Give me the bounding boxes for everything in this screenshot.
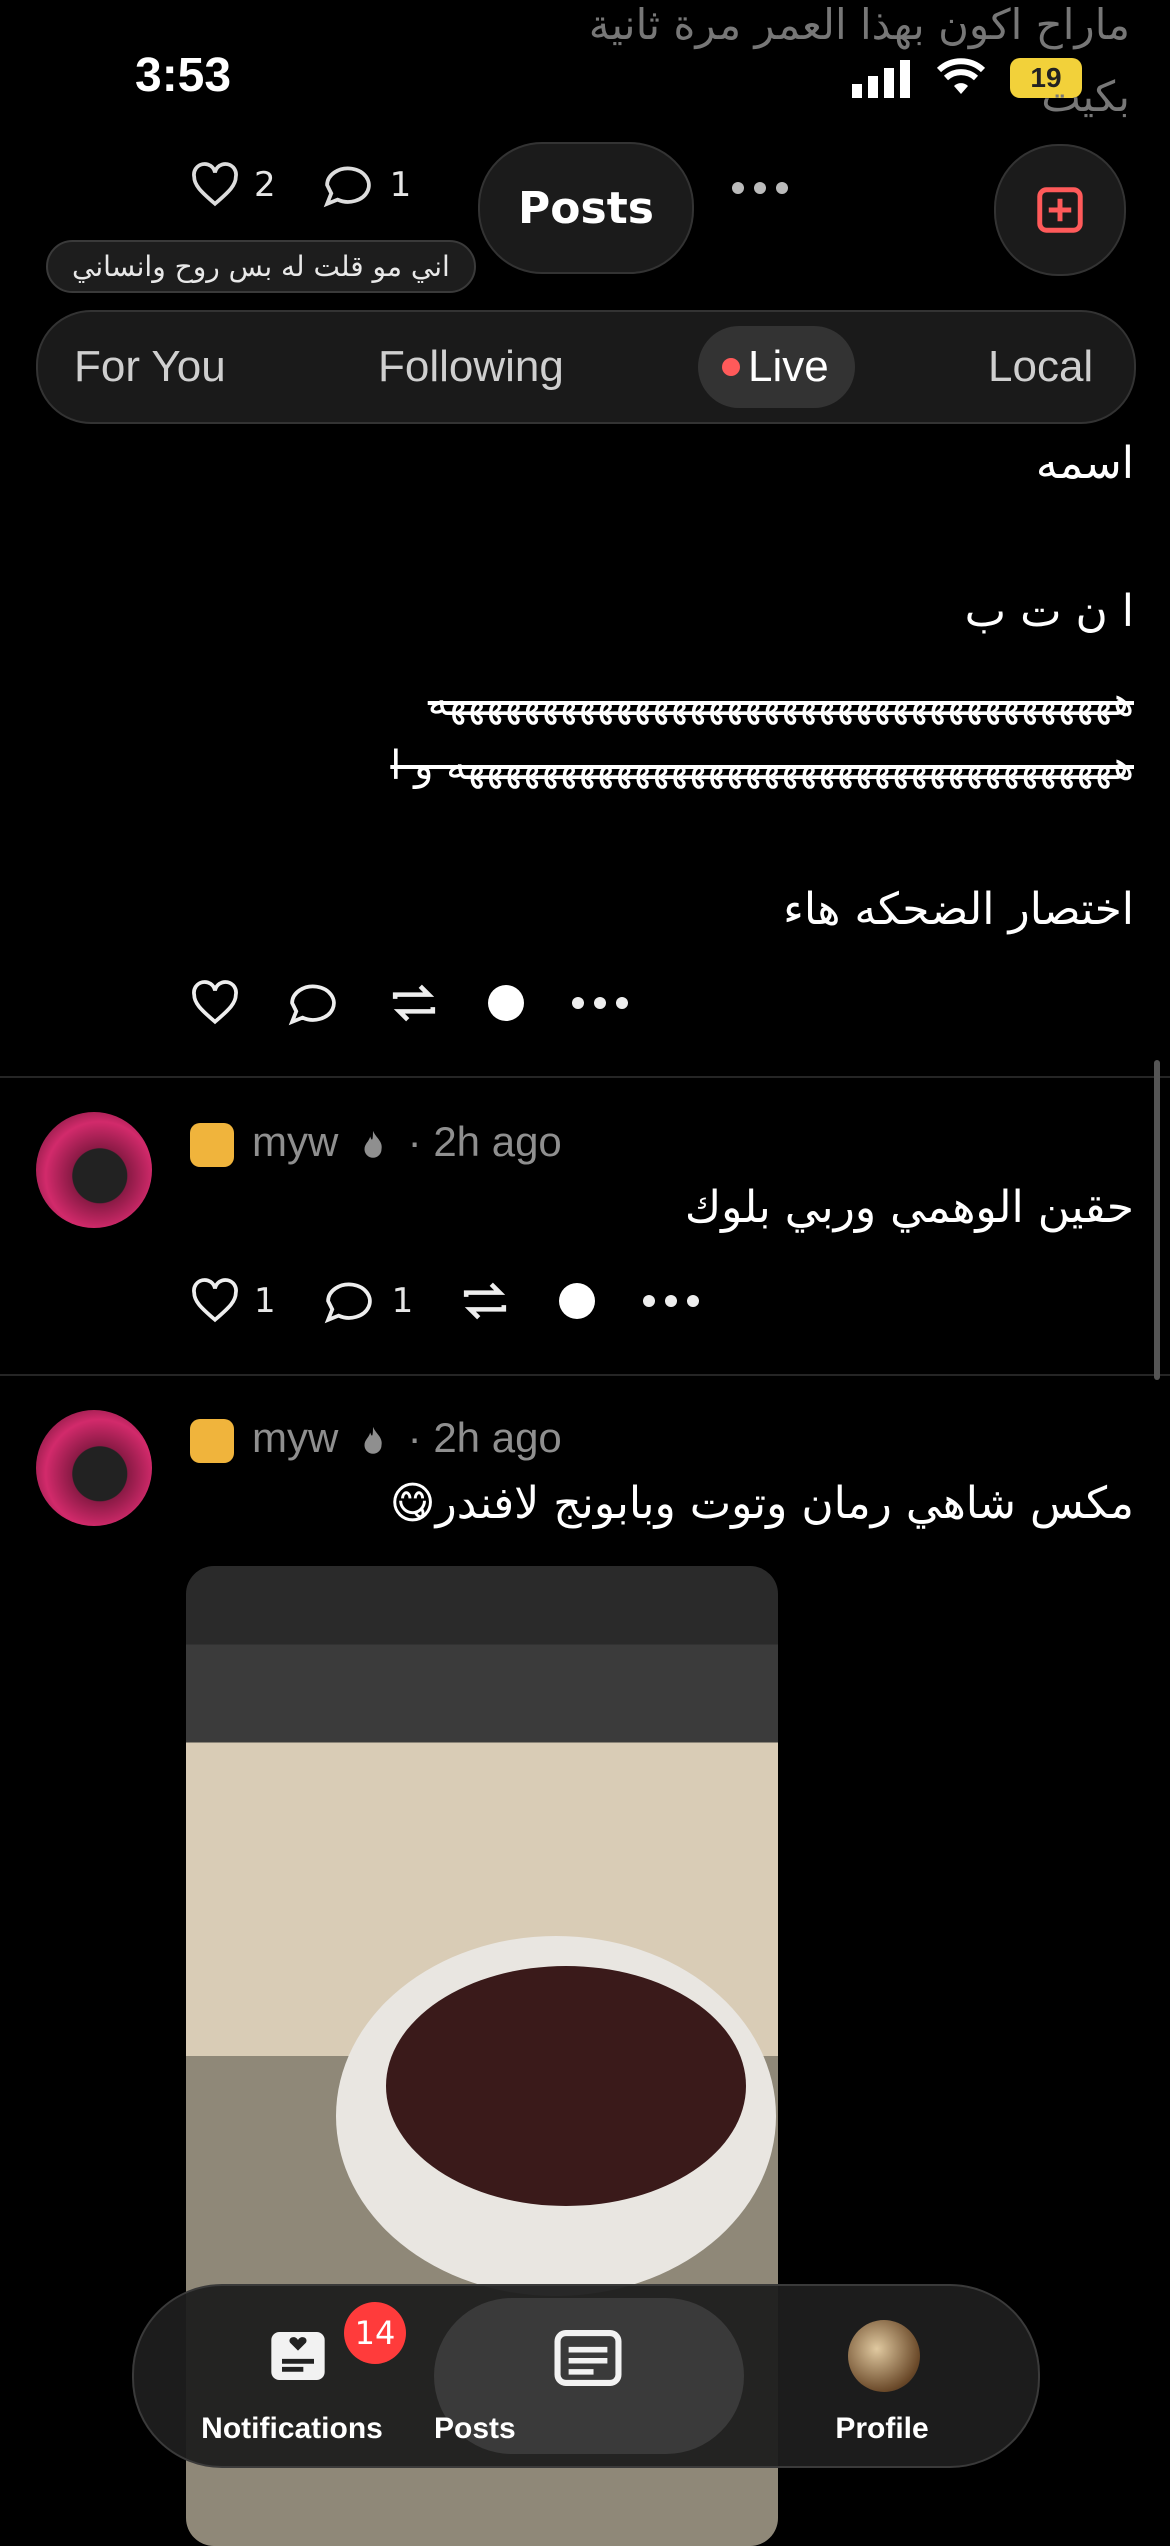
username[interactable]: myw — [252, 1414, 338, 1461]
nav-label: Profile — [835, 2412, 929, 2445]
post-text: ههههههههههههههههههههههههههههههههههههه و … — [390, 743, 1134, 789]
prev-post-actions: 2 1 — [190, 162, 455, 208]
dot-icon — [559, 1283, 596, 1319]
comment-count: 1 — [391, 1281, 414, 1321]
tab-live-label: Live — [748, 342, 829, 391]
page-title[interactable]: Posts — [478, 142, 694, 274]
timestamp: · 2h ago — [407, 1118, 562, 1165]
prev-post-text: ماراح اكون بهذا العمر مرة ثانية — [588, 0, 1130, 49]
nav-label: Notifications — [201, 2412, 383, 2445]
prev-post-text-2: بكيت — [1041, 72, 1130, 121]
tab-local[interactable]: Local — [988, 312, 1093, 422]
username[interactable]: myw — [252, 1118, 338, 1165]
notifications-badge: 14 — [344, 2302, 406, 2364]
flame-icon — [364, 1426, 382, 1454]
repost-icon — [392, 984, 436, 1022]
honey-pot-icon — [190, 1122, 234, 1167]
notifications-icon — [271, 2332, 325, 2380]
repost-button[interactable] — [457, 1278, 513, 1324]
tab-following[interactable]: Following — [378, 312, 564, 422]
nav-notifications[interactable]: 14 Notifications — [152, 2286, 432, 2466]
plus-square-icon — [1037, 187, 1083, 233]
feed-tabs: For You Following Live Local — [36, 310, 1136, 424]
wifi-icon — [936, 58, 986, 102]
nav-posts[interactable]: Posts — [434, 2298, 744, 2454]
like-count: 2 — [254, 165, 276, 205]
avatar[interactable] — [36, 1410, 152, 1526]
cellular-signal-icon — [852, 60, 912, 104]
repost-button[interactable] — [386, 980, 442, 1026]
scrollbar[interactable] — [1154, 1060, 1160, 1380]
post-meta: myw · 2h ago — [190, 1118, 562, 1167]
post-actions: 1 1 — [190, 1278, 745, 1324]
post-meta: myw · 2h ago — [190, 1414, 562, 1463]
comment-icon — [324, 1282, 372, 1324]
posts-icon — [554, 2330, 622, 2386]
more-button[interactable] — [570, 993, 630, 1013]
comment-count: 1 — [389, 165, 412, 205]
more-options-icon[interactable] — [730, 178, 790, 202]
dot-icon — [488, 985, 524, 1021]
post-text: ا ن ت ب — [964, 586, 1134, 637]
reaction-button[interactable] — [486, 983, 526, 1023]
flame-icon — [364, 1130, 382, 1158]
tab-live[interactable]: Live — [698, 326, 855, 408]
like-button[interactable]: 2 — [190, 162, 276, 208]
heart-icon — [192, 162, 238, 207]
divider — [0, 1374, 1170, 1376]
tooltip: اني مو قلت له بس روح وانساني — [46, 240, 476, 293]
divider — [0, 1076, 1170, 1078]
heart-icon — [192, 1278, 238, 1323]
honey-pot-icon — [190, 1418, 234, 1463]
comment-button[interactable]: 1 — [320, 1278, 414, 1324]
status-time: 3:53 — [135, 49, 232, 102]
repost-icon — [464, 1282, 507, 1320]
post-actions — [190, 980, 674, 1026]
post-text: اسمه — [1035, 438, 1134, 489]
post-text: حقين الوهمي وربي بلوك — [684, 1182, 1134, 1233]
comment-icon — [323, 166, 371, 208]
nav-label: Posts — [434, 2412, 516, 2445]
comment-button[interactable]: 1 — [320, 162, 412, 208]
comment-button[interactable] — [284, 980, 342, 1026]
post-text: هههههههههههههههههههههههههههههههههههههه — [427, 679, 1134, 725]
bottom-nav: 14 Notifications Posts Profile — [132, 2284, 1040, 2468]
nav-profile[interactable]: Profile — [742, 2286, 1022, 2466]
comment-icon — [288, 984, 336, 1026]
post-text: مكس شاهي رمان وتوت وبابونج لافندر😋 — [389, 1478, 1134, 1529]
more-button[interactable] — [641, 1291, 701, 1311]
timestamp: · 2h ago — [407, 1414, 562, 1461]
reaction-button[interactable] — [557, 1281, 597, 1321]
heart-icon — [192, 980, 238, 1025]
avatar[interactable] — [36, 1112, 152, 1228]
post-text: اختصار الضحكه هاء — [783, 884, 1134, 935]
tab-for-you[interactable]: For You — [74, 312, 226, 422]
like-count: 1 — [254, 1281, 276, 1321]
new-post-button[interactable] — [994, 144, 1126, 276]
like-button[interactable]: 1 — [190, 1278, 276, 1324]
tea-shape — [386, 1966, 746, 2206]
more-icon — [572, 997, 628, 1009]
more-icon — [643, 1295, 700, 1307]
live-dot-icon — [722, 358, 740, 376]
like-button[interactable] — [190, 980, 240, 1026]
profile-avatar — [848, 2320, 920, 2392]
